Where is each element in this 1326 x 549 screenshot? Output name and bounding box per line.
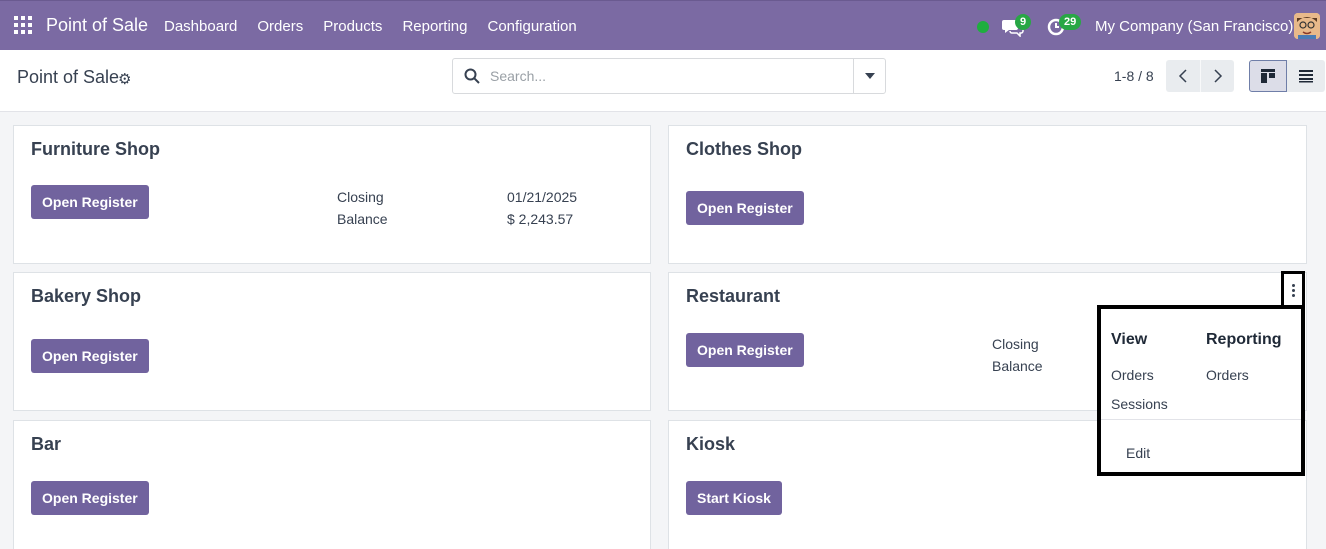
chevron-right-icon: [1213, 69, 1222, 83]
card-title: Bakery Shop: [31, 286, 142, 306]
pos-card-bakery-shop: Bakery Shop Open Register: [13, 272, 651, 411]
pos-card-furniture-shop: Furniture Shop Open Register Closing Bal…: [13, 125, 651, 264]
menu-products[interactable]: Products: [323, 18, 382, 35]
activity-count-badge: 29: [1059, 14, 1082, 30]
company-switcher[interactable]: My Company (San Francisco): [1095, 18, 1293, 35]
chevron-left-icon: [1178, 69, 1187, 83]
closing-label: Closing: [337, 189, 384, 205]
user-avatar[interactable]: [1294, 13, 1320, 39]
open-register-button[interactable]: Open Register: [686, 333, 804, 367]
open-register-button[interactable]: Open Register: [31, 339, 149, 373]
pager-next-button[interactable]: [1200, 60, 1234, 92]
dropdown-reporting-heading: Reporting: [1206, 331, 1282, 348]
reporting-orders-item[interactable]: Orders: [1206, 367, 1249, 383]
main-menu: Dashboard Orders Products Reporting Conf…: [164, 18, 577, 35]
balance-label: Balance: [337, 211, 388, 227]
search-icon: [464, 68, 480, 84]
card-title: Bar: [31, 434, 62, 454]
open-register-button[interactable]: Open Register: [686, 191, 804, 225]
caret-down-icon: [864, 73, 875, 79]
menu-dashboard[interactable]: Dashboard: [164, 18, 237, 35]
card-title: Restaurant: [686, 286, 781, 306]
list-view-button[interactable]: [1287, 60, 1325, 92]
card-title: Kiosk: [686, 434, 736, 454]
card-title: Furniture Shop: [31, 139, 160, 159]
page-title: Point of Sale: [17, 67, 120, 87]
pager-value[interactable]: 1-8 / 8: [1114, 68, 1154, 84]
menu-reporting[interactable]: Reporting: [402, 18, 467, 35]
vertical-ellipsis-icon: [1292, 284, 1295, 299]
chat-count-badge: 9: [1015, 14, 1032, 30]
balance-label: Balance: [992, 358, 1043, 374]
search-options-toggle[interactable]: [853, 59, 885, 93]
menu-configuration[interactable]: Configuration: [487, 18, 576, 35]
gear-icon[interactable]: ⚙: [118, 70, 131, 88]
presence-status-icon: [977, 21, 989, 33]
dropdown-view-heading: View: [1111, 331, 1148, 348]
edit-item[interactable]: Edit: [1126, 445, 1150, 461]
balance-value: $ 2,243.57: [507, 211, 574, 227]
card-options-dropdown: View Reporting Orders Sessions Orders Ed…: [1097, 305, 1305, 476]
kanban-view-button[interactable]: [1249, 60, 1287, 92]
closing-label: Closing: [992, 336, 1039, 352]
search-input[interactable]: [490, 65, 850, 87]
pos-card-bar: Bar Open Register: [13, 420, 651, 549]
closing-date: 01/21/2025: [507, 189, 578, 205]
control-panel: Point of Sale ⚙ 1-8 / 8: [0, 50, 1326, 112]
pos-card-clothes-shop: Clothes Shop Open Register: [668, 125, 1307, 264]
start-kiosk-button[interactable]: Start Kiosk: [686, 481, 782, 515]
open-register-button[interactable]: Open Register: [31, 185, 149, 219]
open-register-button[interactable]: Open Register: [31, 481, 149, 515]
dropdown-divider: [1101, 419, 1301, 420]
view-sessions-item[interactable]: Sessions: [1111, 396, 1168, 412]
kanban-icon: [1261, 69, 1275, 83]
pager-previous-button[interactable]: [1166, 60, 1200, 92]
list-icon: [1299, 70, 1313, 83]
card-title: Clothes Shop: [686, 139, 802, 159]
app-name[interactable]: Point of Sale: [46, 15, 148, 36]
top-navbar: Point of Sale Dashboard Orders Products …: [0, 0, 1326, 50]
view-orders-item[interactable]: Orders: [1111, 367, 1154, 383]
search-bar: [452, 58, 886, 94]
apps-grid-icon[interactable]: [14, 16, 32, 34]
menu-orders[interactable]: Orders: [257, 18, 303, 35]
